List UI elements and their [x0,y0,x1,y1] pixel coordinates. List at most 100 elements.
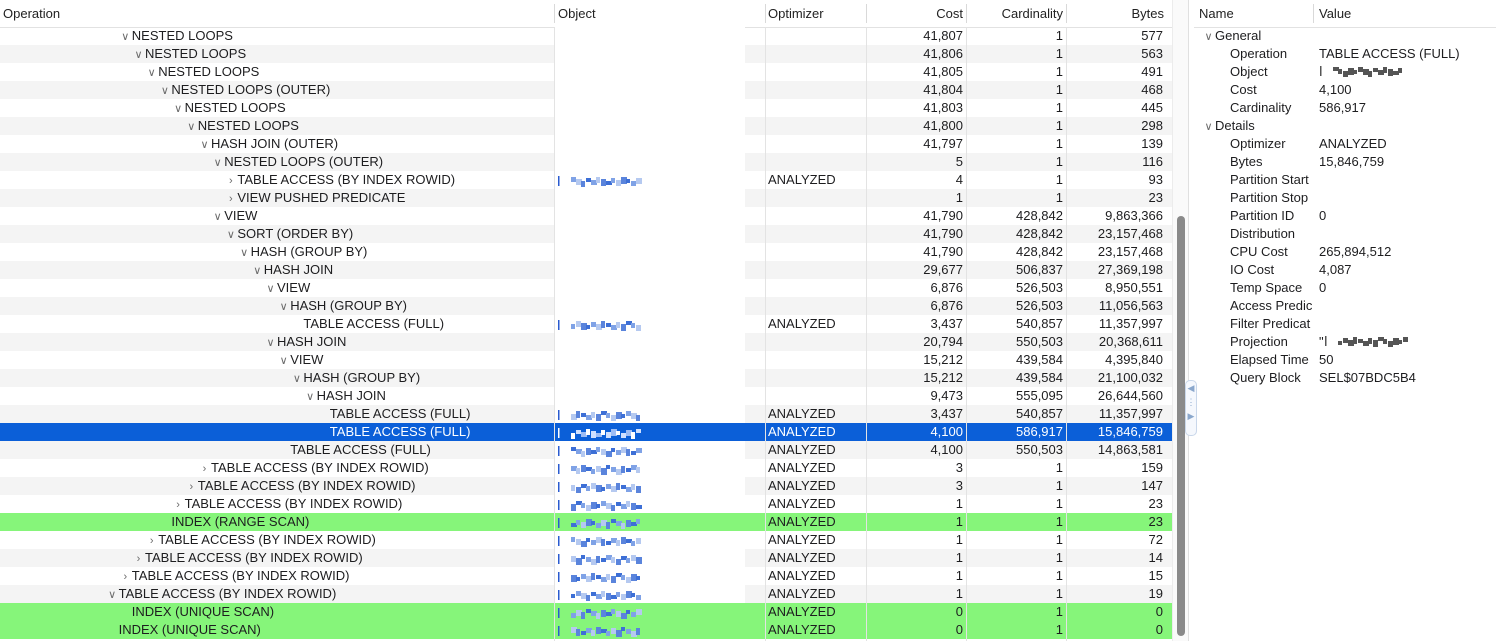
chevron-down-icon[interactable]: ∨ [211,208,224,225]
chevron-down-icon[interactable]: ∨ [145,64,158,81]
table-row[interactable]: ∨ HASH (GROUP BY) 41,790 428,842 23,157,468 [0,243,1172,261]
property-group-general[interactable]: ∨ General [1194,27,1496,45]
table-row[interactable]: ∨ NESTED LOOPS (OUTER) 41,804 1 468 [0,81,1172,99]
chevron-down-icon[interactable]: ∨ [1202,28,1215,46]
table-row[interactable]: › TABLE ACCESS (BY INDEX ROWID) ANALYZED 3 1… [0,459,1172,477]
property-row[interactable]: Optimizer ANALYZED [1194,135,1496,153]
table-row[interactable]: ∨ NESTED LOOPS 41,803 1 445 [0,99,1172,117]
chevron-right-icon[interactable]: › [185,478,198,495]
optimizer-cell: ANALYZED [768,424,836,439]
table-row[interactable]: ∨ HASH (GROUP BY) 15,212 439,584 21,100,032 [0,369,1172,387]
table-row[interactable]: › TABLE ACCESS (BY INDEX ROWID) ANALYZED 1 1… [0,531,1172,549]
chevron-down-icon[interactable]: ∨ [1202,118,1215,136]
chevron-down-icon[interactable]: ∨ [277,352,290,369]
property-row[interactable]: Access Predic [1194,297,1496,315]
column-header-bytes[interactable]: Bytes [1066,0,1167,27]
table-row[interactable]: › TABLE ACCESS (BY INDEX ROWID) ANALYZED 1 1… [0,549,1172,567]
chevron-down-icon[interactable]: ∨ [304,388,317,405]
property-row[interactable]: Projection " [1194,333,1496,351]
chevron-down-icon[interactable]: ∨ [198,136,211,153]
column-header-name[interactable]: Name [1196,0,1314,27]
table-row[interactable]: ∨ VIEW 41,790 428,842 9,863,366 [0,207,1172,225]
property-row[interactable]: Object [1194,63,1496,81]
table-row[interactable]: ∨ NESTED LOOPS (OUTER) 5 1 116 [0,153,1172,171]
chevron-down-icon[interactable]: ∨ [238,244,251,261]
chevron-down-icon[interactable]: ∨ [158,82,171,99]
property-row[interactable]: Query Block SEL$07BDC5B4 [1194,369,1496,387]
table-row[interactable]: ∨ NESTED LOOPS 41,800 1 298 [0,117,1172,135]
chevron-down-icon[interactable]: ∨ [264,334,277,351]
chevron-right-icon[interactable]: › [224,190,237,207]
chevron-down-icon[interactable]: ∨ [106,586,119,603]
chevron-down-icon[interactable]: ∨ [119,28,132,45]
chevron-down-icon[interactable]: ∨ [185,118,198,135]
column-header-optimizer[interactable]: Optimizer [765,0,865,27]
table-row[interactable]: ∨ HASH JOIN 9,473 555,095 26,644,560 [0,387,1172,405]
table-row[interactable]: › TABLE ACCESS (BY INDEX ROWID) ANALYZED 1 1… [0,495,1172,513]
table-row[interactable]: INDEX (RANGE SCAN) ANALYZED 1 1 23 [0,513,1172,531]
chevron-right-icon[interactable]: › [119,568,132,585]
cost-cell: 3,437 [930,316,963,331]
table-row[interactable]: ∨ HASH JOIN (OUTER) 41,797 1 139 [0,135,1172,153]
table-row[interactable]: TABLE ACCESS (FULL) ANALYZED 4,100 550,503 1… [0,441,1172,459]
table-row[interactable]: INDEX (UNIQUE SCAN) ANALYZED 0 1 0 [0,621,1172,639]
optimizer-cell: ANALYZED [768,172,836,187]
chevron-down-icon[interactable]: ∨ [290,370,303,387]
table-row[interactable]: ∨ NESTED LOOPS 41,805 1 491 [0,63,1172,81]
chevron-right-icon[interactable]: › [198,460,211,477]
property-row[interactable]: Partition ID 0 [1194,207,1496,225]
table-row[interactable]: ∨ VIEW 15,212 439,584 4,395,840 [0,351,1172,369]
column-divider[interactable] [1313,4,1314,23]
column-header-cost[interactable]: Cost [866,0,966,27]
table-row[interactable]: ∨ HASH (GROUP BY) 6,876 526,503 11,056,563 [0,297,1172,315]
table-row[interactable]: ∨ NESTED LOOPS 41,807 1 577 [0,27,1172,45]
property-group-details[interactable]: ∨ Details [1194,117,1496,135]
table-row[interactable]: TABLE ACCESS (FULL) ANALYZED 4,100 586,917 1… [0,423,1172,441]
property-row[interactable]: Bytes 15,846,759 [1194,153,1496,171]
property-row[interactable]: Cardinality 586,917 [1194,99,1496,117]
property-row[interactable]: Partition Stop [1194,189,1496,207]
property-row[interactable]: Temp Space 0 [1194,279,1496,297]
table-row[interactable]: › TABLE ACCESS (BY INDEX ROWID) ANALYZED 3 1… [0,477,1172,495]
property-row[interactable]: CPU Cost 265,894,512 [1194,243,1496,261]
vertical-scrollbar[interactable] [1172,0,1189,641]
table-row[interactable]: › TABLE ACCESS (BY INDEX ROWID) ANALYZED 1 1… [0,567,1172,585]
chevron-right-icon[interactable]: › [224,172,237,189]
property-row[interactable]: Elapsed Time 50 [1194,351,1496,369]
property-row[interactable]: Partition Start [1194,171,1496,189]
chevron-down-icon[interactable]: ∨ [251,262,264,279]
cost-cell: 41,800 [923,118,963,133]
column-header-value[interactable]: Value [1316,0,1486,27]
chevron-down-icon[interactable]: ∨ [211,154,224,171]
table-row[interactable]: ∨ HASH JOIN 29,677 506,837 27,369,198 [0,261,1172,279]
property-row[interactable]: Distribution [1194,225,1496,243]
property-row[interactable]: Cost 4,100 [1194,81,1496,99]
table-row[interactable]: ∨ HASH JOIN 20,794 550,503 20,368,611 [0,333,1172,351]
chevron-right-icon[interactable]: › [172,496,185,513]
property-row[interactable]: Operation TABLE ACCESS (FULL) [1194,45,1496,63]
table-row[interactable]: ∨ NESTED LOOPS 41,806 1 563 [0,45,1172,63]
column-header-object[interactable]: Object [555,0,763,27]
chevron-right-icon[interactable]: › [145,532,158,549]
table-row[interactable]: TABLE ACCESS (FULL) ANALYZED 3,437 540,857 1… [0,315,1172,333]
column-header-cardinality[interactable]: Cardinality [966,0,1066,27]
table-row[interactable]: INDEX (UNIQUE SCAN) ANALYZED 0 1 0 [0,603,1172,621]
chevron-down-icon[interactable]: ∨ [172,100,185,117]
property-row[interactable]: Filter Predicat [1194,315,1496,333]
operation-cell: › TABLE ACCESS (BY INDEX ROWID) [224,171,764,189]
property-name: Partition ID [1230,208,1295,223]
table-row[interactable]: › TABLE ACCESS (BY INDEX ROWID) ANALYZED 4 1… [0,171,1172,189]
table-row[interactable]: ∨ SORT (ORDER BY) 41,790 428,842 23,157,468 [0,225,1172,243]
table-row[interactable]: TABLE ACCESS (FULL) ANALYZED 3,437 540,857 1… [0,405,1172,423]
chevron-down-icon[interactable]: ∨ [132,46,145,63]
chevron-down-icon[interactable]: ∨ [277,298,290,315]
chevron-down-icon[interactable]: ∨ [224,226,237,243]
table-row[interactable]: ∨ TABLE ACCESS (BY INDEX ROWID) ANALYZED 1 1… [0,585,1172,603]
table-row[interactable]: ∨ VIEW 6,876 526,503 8,950,551 [0,279,1172,297]
chevron-down-icon[interactable]: ∨ [264,280,277,297]
property-row[interactable]: IO Cost 4,087 [1194,261,1496,279]
chevron-right-icon[interactable]: › [132,550,145,567]
column-header-operation[interactable]: Operation [0,0,553,27]
table-row[interactable]: › VIEW PUSHED PREDICATE 1 1 23 [0,189,1172,207]
scrollbar-thumb[interactable] [1177,216,1185,636]
